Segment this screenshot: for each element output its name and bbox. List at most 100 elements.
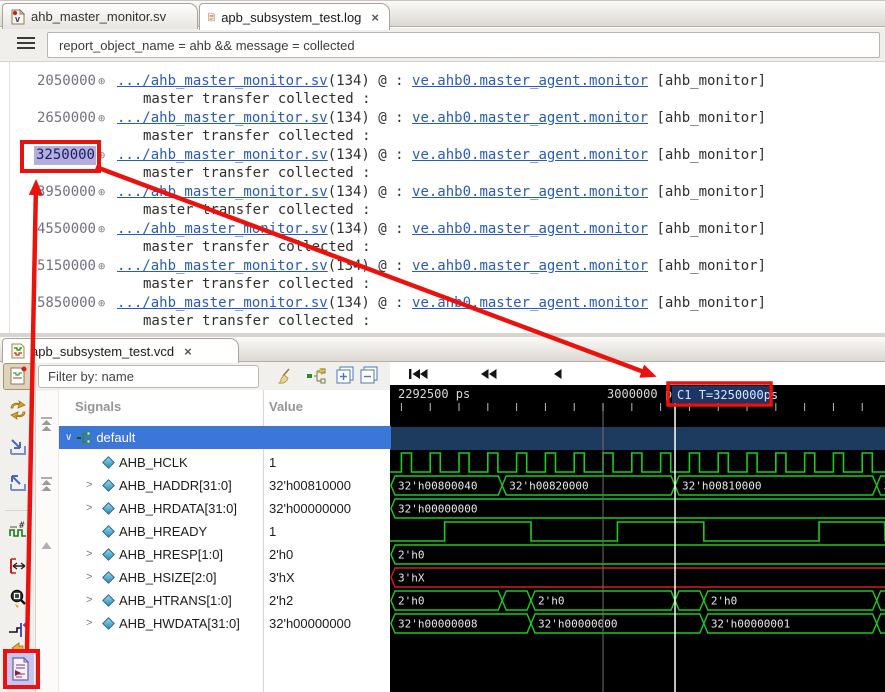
log-timestamp[interactable]: 3250000: [0, 147, 96, 163]
sync-icon[interactable]: [7, 399, 29, 421]
log-entry[interactable]: 5150000⊕.../ahb_master_monitor.sv(134) @…: [0, 258, 885, 295]
signal-name[interactable]: AHB_HTRANS[1:0]: [119, 593, 232, 608]
expand-icon[interactable]: ⊕: [98, 296, 105, 310]
expand-icon[interactable]: ⊕: [98, 111, 105, 125]
signal-row[interactable]: >AHB_HWDATA[31:0]32'h00000000: [59, 613, 391, 636]
log-entry[interactable]: 4550000⊕.../ahb_master_monitor.sv(134) @…: [0, 221, 885, 258]
fast-backward-icon[interactable]: [480, 367, 497, 385]
pulse-count-icon[interactable]: #: [7, 519, 29, 541]
cursor-label[interactable]: C1 T=3250000ps: [677, 388, 778, 402]
log-entry[interactable]: 3950000⊕ .../ahb_master_monitor.sv(134) @…: [0, 184, 885, 221]
signal-name[interactable]: AHB_HSIZE[2:0]: [119, 570, 217, 585]
scroll-up-icon[interactable]: [41, 537, 52, 555]
zoom-out-icon[interactable]: [7, 472, 29, 494]
file-link[interactable]: .../ahb_master_monitor.sv: [117, 184, 328, 200]
file-link[interactable]: .../ahb_master_monitor.sv: [117, 295, 328, 311]
remove-tree-icon[interactable]: [306, 366, 326, 386]
signals-tree[interactable]: Signals Value ∨ default AHB_HCLK1 > AHB_HA…: [58, 390, 390, 692]
signal-row[interactable]: >AHB_HRDATA[31:0]32'h00000000: [59, 498, 391, 521]
log-line: .../ahb_master_monitor.sv(134) @ : ve.ah…: [117, 110, 766, 126]
waveform-canvas[interactable]: 32'h0080004032'h0082000032'h00810000332'…: [390, 385, 885, 692]
bus-value-label: 32'h00000008: [398, 618, 477, 631]
path-link[interactable]: ve.ahb0.master_agent.monitor: [412, 184, 648, 200]
chevron-right-icon[interactable]: >: [86, 502, 92, 514]
clear-filter-icon[interactable]: [274, 366, 294, 386]
path-link[interactable]: ve.ahb0.master_agent.monitor: [412, 110, 648, 126]
file-link[interactable]: .../ahb_master_monitor.sv: [117, 110, 328, 126]
path-link[interactable]: ve.ahb0.master_agent.monitor: [412, 221, 648, 237]
measure-icon[interactable]: [7, 555, 29, 577]
zoom-in-icon[interactable]: [7, 436, 29, 458]
log-line: .../ahb_master_monitor.sv(134) @ : ve.ah…: [117, 184, 766, 200]
path-link[interactable]: ve.ahb0.master_agent.monitor: [412, 73, 648, 89]
log-filter-query: report_object_name = ahb && message = co…: [59, 38, 355, 53]
signal-filter-input[interactable]: Filter by: name: [38, 365, 259, 388]
tab-apb-subsystem-test-vcd[interactable]: apb_subsystem_test.vcd ×: [2, 338, 239, 363]
expand-icon[interactable]: ⊕: [98, 148, 105, 162]
chevron-right-icon[interactable]: >: [86, 594, 92, 606]
menu-icon[interactable]: [17, 37, 35, 49]
value-column-header[interactable]: Value: [269, 399, 303, 414]
log-timestamp[interactable]: 2650000: [0, 110, 96, 126]
path-link[interactable]: ve.ahb0.master_agent.monitor: [412, 295, 648, 311]
wave-filter-toggle-button[interactable]: [3, 363, 33, 390]
prev-edge-icon[interactable]: [7, 641, 29, 653]
signal-group-row[interactable]: ∨ default: [59, 426, 391, 449]
log-filter-input[interactable]: report_object_name = ahb && message = co…: [47, 32, 880, 58]
log-timestamp[interactable]: 5850000: [0, 295, 96, 311]
signal-row[interactable]: AHB_HCLK1: [59, 452, 391, 475]
chevron-right-icon[interactable]: >: [86, 617, 92, 629]
signal-name[interactable]: AHB_HREADY: [119, 524, 207, 539]
signal-row[interactable]: >AHB_HRESP[1:0]2'h0: [59, 544, 391, 567]
expand-icon[interactable]: ⊕: [98, 259, 105, 273]
close-icon[interactable]: ×: [184, 344, 192, 359]
path-link[interactable]: ve.ahb0.master_agent.monitor: [412, 258, 648, 274]
log-timestamp[interactable]: 3950000: [0, 184, 96, 200]
chevron-right-icon[interactable]: >: [86, 571, 92, 583]
signal-name[interactable]: AHB_HADDR[31:0]: [119, 478, 232, 493]
close-icon[interactable]: ×: [371, 10, 379, 25]
signal-name[interactable]: AHB_HWDATA[31:0]: [119, 616, 240, 631]
step-backward-icon[interactable]: [553, 367, 562, 385]
file-link[interactable]: .../ahb_master_monitor.sv: [117, 147, 328, 163]
log-entry[interactable]: 2050000⊕.../ahb_master_monitor.sv(134) @…: [0, 73, 885, 110]
log-tag: [ahb_monitor]: [648, 295, 766, 311]
file-link[interactable]: .../ahb_master_monitor.sv: [117, 73, 328, 89]
log-timestamp[interactable]: 4550000: [0, 221, 96, 237]
tab-apb-subsystem-test-log[interactable]: apb_subsystem_test.log ×: [199, 3, 390, 30]
file-link[interactable]: .../ahb_master_monitor.sv: [117, 221, 328, 237]
log-timestamp[interactable]: 2050000: [0, 73, 96, 89]
signal-row[interactable]: >AHB_HTRANS[1:0]2'h2: [59, 590, 391, 613]
signal-diamond-icon: [102, 456, 115, 469]
path-link[interactable]: ve.ahb0.master_agent.monitor: [412, 147, 648, 163]
chevron-down-icon[interactable]: ∨: [65, 432, 72, 443]
log-timestamp[interactable]: 5150000: [0, 258, 96, 274]
chevron-right-icon[interactable]: >: [86, 479, 92, 491]
log-view[interactable]: 2050000⊕.../ahb_master_monitor.sv(134) @…: [0, 62, 885, 333]
signal-row[interactable]: >AHB_HADDR[31:0]32'h00810000: [59, 475, 391, 498]
collapse-top-icon[interactable]: [40, 477, 53, 498]
signal-row[interactable]: AHB_HREADY1: [59, 521, 391, 544]
signal-name[interactable]: AHB_HRESP[1:0]: [119, 547, 223, 562]
signal-name[interactable]: AHB_HRDATA[31:0]: [119, 501, 237, 516]
log-entry[interactable]: 3250000⊕.../ahb_master_monitor.sv(134) @…: [0, 147, 885, 184]
expand-icon[interactable]: ⊕: [98, 185, 105, 199]
collapse-all-icon[interactable]: [360, 366, 380, 386]
file-link[interactable]: .../ahb_master_monitor.sv: [117, 258, 328, 274]
add-cursor-icon[interactable]: [7, 619, 29, 641]
signals-column-header[interactable]: Signals: [75, 399, 121, 414]
expand-all-icon[interactable]: [336, 366, 356, 386]
zoom-cursor-icon[interactable]: [7, 587, 29, 609]
log-entry[interactable]: 5850000⊕.../ahb_master_monitor.sv(134) @…: [0, 295, 885, 332]
signal-name[interactable]: AHB_HCLK: [119, 455, 188, 470]
collapse-top-icon[interactable]: [40, 417, 53, 438]
log-entry[interactable]: 2650000⊕ .../ahb_master_monitor.sv(134) @…: [0, 110, 885, 147]
link-with-log-button[interactable]: [6, 653, 34, 685]
signal-row[interactable]: >AHB_HSIZE[2:0]3'hX: [59, 567, 391, 590]
chevron-right-icon[interactable]: >: [86, 548, 92, 560]
expand-icon[interactable]: ⊕: [98, 74, 105, 88]
tab-ahb-master-monitor-sv[interactable]: v ahb_master_monitor.sv: [2, 3, 198, 29]
expand-icon[interactable]: ⊕: [98, 222, 105, 236]
bus-value-label: 32'h00000001: [711, 618, 790, 631]
go-to-start-icon[interactable]: [408, 367, 428, 385]
